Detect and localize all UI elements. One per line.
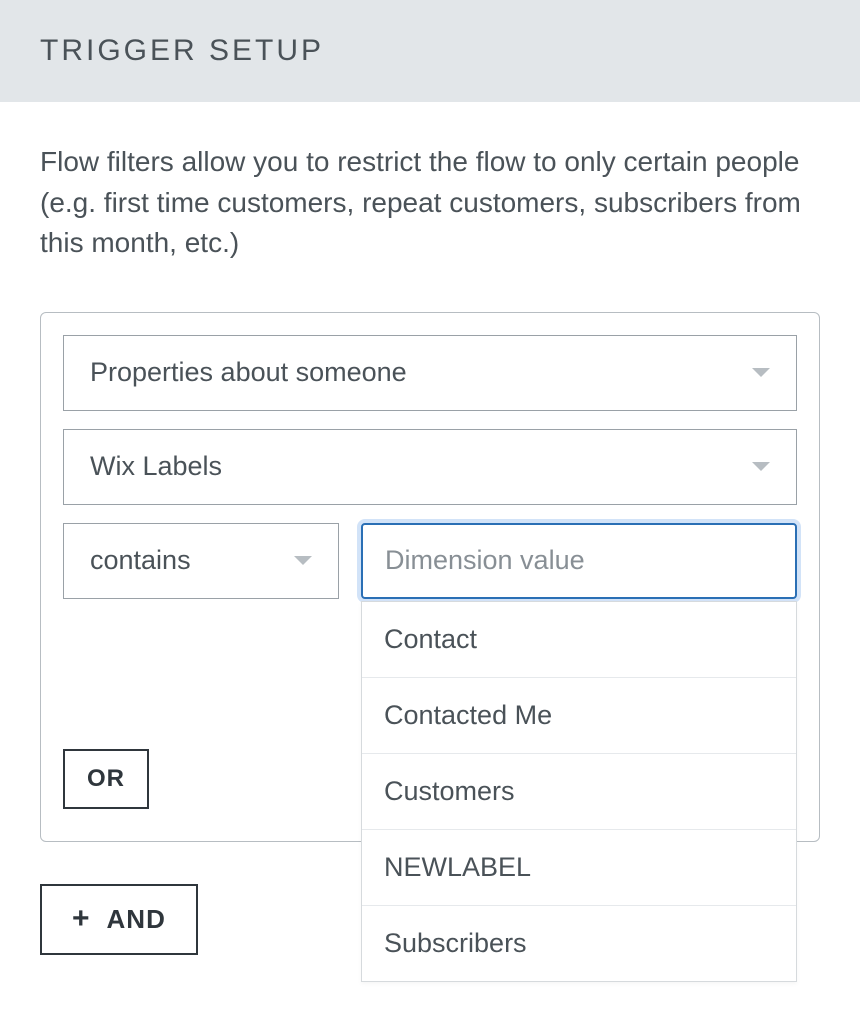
dropdown-option[interactable]: Subscribers [362,906,796,981]
operator-select-label: contains [90,545,191,576]
dimension-value-placeholder: Dimension value [385,545,585,576]
or-button-label: OR [87,765,125,792]
caret-down-icon [752,462,770,471]
property-select[interactable]: Properties about someone [63,335,797,411]
dropdown-option[interactable]: Contacted Me [362,678,796,754]
dimension-select[interactable]: Wix Labels [63,429,797,505]
dropdown-option[interactable]: NEWLABEL [362,830,796,906]
property-select-label: Properties about someone [90,357,407,388]
plus-icon: + [72,904,91,934]
header-bar: TRIGGER SETUP [0,0,860,102]
dropdown-option[interactable]: Contact [362,602,796,678]
caret-down-icon [752,368,770,377]
dimension-select-label: Wix Labels [90,451,222,482]
page-title: TRIGGER SETUP [40,34,820,68]
and-button[interactable]: + AND [40,884,198,955]
dimension-value-input[interactable]: Dimension value [361,523,797,599]
content-area: Flow filters allow you to restrict the f… [0,102,860,842]
and-button-label: AND [107,904,166,935]
filter-group: Properties about someone Wix Labels cont… [40,312,820,842]
operator-select[interactable]: contains [63,523,339,599]
dropdown-option[interactable]: Customers [362,754,796,830]
description-text: Flow filters allow you to restrict the f… [40,142,820,264]
caret-down-icon [294,556,312,565]
or-button[interactable]: OR [63,749,149,809]
value-wrapper: Dimension value Contact Contacted Me Cus… [361,523,797,599]
dimension-value-dropdown: Contact Contacted Me Customers NEWLABEL … [361,601,797,982]
